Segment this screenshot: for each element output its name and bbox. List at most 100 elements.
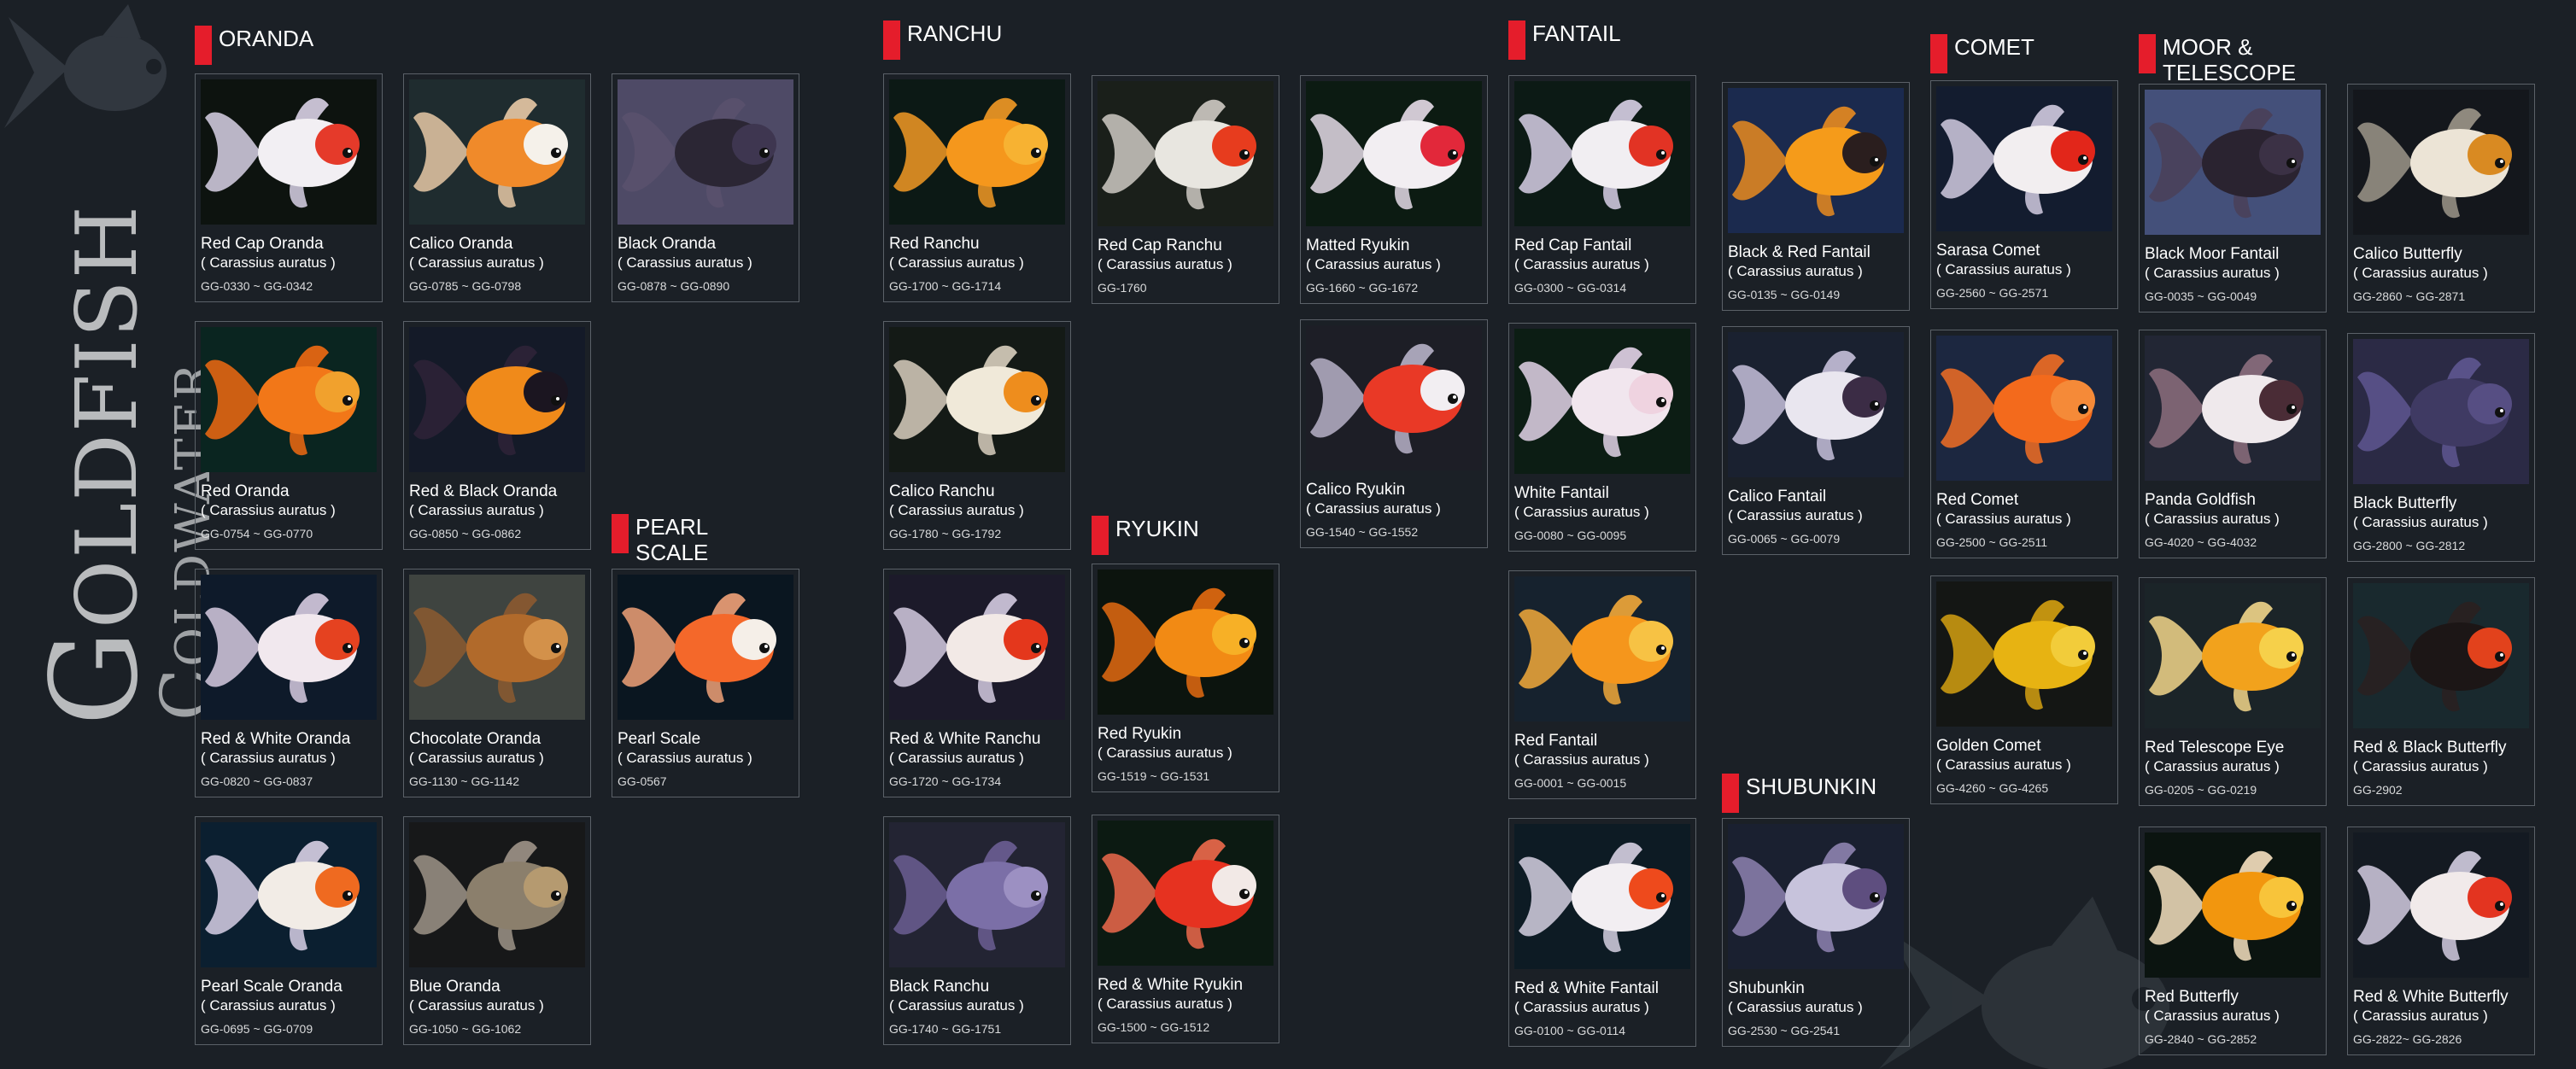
fish-code: GG-0567 [618, 774, 667, 788]
fish-illustration [1306, 81, 1482, 226]
fish-code: GG-1720 ~ GG-1734 [889, 774, 1002, 788]
heading-marker [1722, 774, 1739, 813]
fish-card: Calico Butterfly ( Carassius auratus ) G… [2347, 84, 2535, 313]
fish-illustration [201, 822, 377, 967]
fish-species: ( Carassius auratus ) [201, 254, 336, 271]
fish-photo [201, 822, 377, 967]
fish-name: Red & White Ranchu [889, 730, 1041, 748]
fish-illustration [2145, 583, 2321, 728]
fish-photo [409, 79, 585, 225]
fish-code: GG-2800 ~ GG-2812 [2353, 539, 2466, 552]
section-heading-pearl-scale: PEARL SCALE [612, 514, 708, 565]
fish-species: ( Carassius auratus ) [2353, 514, 2488, 530]
section-label: PEARL SCALE [635, 514, 709, 565]
fish-species: ( Carassius auratus ) [1514, 751, 1649, 768]
fish-code: GG-0785 ~ GG-0798 [409, 279, 522, 293]
fish-card: Red Fantail ( Carassius auratus ) GG-000… [1508, 570, 1696, 799]
fish-card: Calico Ryukin ( Carassius auratus ) GG-1… [1300, 319, 1488, 548]
fish-illustration [409, 79, 585, 225]
fish-species: ( Carassius auratus ) [201, 750, 336, 766]
fish-species: ( Carassius auratus ) [2145, 511, 2280, 527]
fish-photo [201, 575, 377, 720]
fish-illustration [618, 575, 793, 720]
fish-species: ( Carassius auratus ) [1514, 504, 1649, 520]
fish-illustration [201, 575, 377, 720]
fish-photo [618, 575, 793, 720]
section-label: ORANDA [219, 26, 314, 51]
section-heading-comet: COMET [1930, 34, 2034, 73]
section-heading-ranchu: RANCHU [883, 20, 1002, 60]
fish-photo [889, 822, 1065, 967]
fish-species: ( Carassius auratus ) [409, 750, 544, 766]
fish-species: ( Carassius auratus ) [618, 254, 752, 271]
fish-species: ( Carassius auratus ) [409, 997, 544, 1014]
fish-code: GG-0001 ~ GG-0015 [1514, 776, 1627, 790]
fish-card: Red Ryukin ( Carassius auratus ) GG-1519… [1092, 564, 1279, 792]
fish-name: Red Oranda [201, 482, 290, 500]
fish-photo [201, 327, 377, 472]
heading-marker [1508, 20, 1525, 60]
heading-marker [1930, 34, 1947, 73]
fish-photo [2353, 90, 2529, 235]
fish-card: Chocolate Oranda ( Carassius auratus ) G… [403, 569, 591, 797]
fish-photo [1514, 576, 1690, 721]
fish-photo [1306, 325, 1482, 470]
fish-photo [2353, 583, 2529, 728]
heading-marker [1092, 516, 1109, 555]
fish-species: ( Carassius auratus ) [1098, 996, 1232, 1012]
fish-code: GG-0100 ~ GG-0114 [1514, 1024, 1626, 1037]
fish-name: Black Ranchu [889, 978, 990, 996]
fish-illustration [1728, 332, 1904, 477]
fish-species: ( Carassius auratus ) [889, 997, 1024, 1014]
fish-code: GG-1500 ~ GG-1512 [1098, 1020, 1210, 1034]
fish-species: ( Carassius auratus ) [1514, 999, 1649, 1015]
fish-photo [1936, 86, 2112, 231]
fish-photo [201, 79, 377, 225]
fish-card: Red Butterfly ( Carassius auratus ) GG-2… [2139, 827, 2327, 1055]
fish-photo [2145, 832, 2321, 978]
fish-photo [1514, 329, 1690, 474]
heading-marker [612, 514, 629, 553]
fish-species: ( Carassius auratus ) [618, 750, 752, 766]
fish-card: Red & White Ryukin ( Carassius auratus )… [1092, 815, 1279, 1043]
fish-photo [409, 327, 585, 472]
fish-card: Calico Fantail ( Carassius auratus ) GG-… [1722, 326, 1910, 555]
fish-code: GG-1740 ~ GG-1751 [889, 1022, 1002, 1036]
fish-code: GG-0850 ~ GG-0862 [409, 527, 522, 540]
fish-code: GG-1760 [1098, 281, 1147, 295]
fish-name: Red & Black Oranda [409, 482, 558, 500]
fish-photo [1728, 88, 1904, 233]
fish-card: Red & White Ranchu ( Carassius auratus )… [883, 569, 1071, 797]
section-heading-fantail: FANTAIL [1508, 20, 1621, 60]
watermark-fish-top-left [4, 4, 167, 128]
fish-photo [1514, 824, 1690, 969]
fish-card: Matted Ryukin ( Carassius auratus ) GG-1… [1300, 75, 1488, 304]
fish-name: Black Oranda [618, 235, 717, 253]
section-heading-ryukin: RYUKIN [1092, 516, 1199, 555]
fish-name: Red Butterfly [2145, 988, 2239, 1006]
fish-illustration [409, 822, 585, 967]
fish-illustration [2353, 339, 2529, 484]
fish-species: ( Carassius auratus ) [1306, 256, 1441, 272]
fish-name: Chocolate Oranda [409, 730, 542, 748]
fish-name: Blue Oranda [409, 978, 501, 996]
fish-photo [889, 575, 1065, 720]
fish-code: GG-0065 ~ GG-0079 [1728, 532, 1841, 546]
fish-illustration [1098, 821, 1273, 966]
fish-code: GG-2860 ~ GG-2871 [2353, 289, 2466, 303]
fish-illustration [889, 575, 1065, 720]
fish-code: GG-0205 ~ GG-0219 [2145, 783, 2257, 797]
heading-marker [883, 20, 900, 60]
fish-code: GG-2840 ~ GG-2852 [2145, 1032, 2257, 1046]
fish-card: Red & Black Oranda ( Carassius auratus )… [403, 321, 591, 550]
fish-code: GG-0695 ~ GG-0709 [201, 1022, 313, 1036]
fish-name: Red & White Butterfly [2353, 988, 2509, 1006]
fish-photo [618, 79, 793, 225]
fish-card: Black Moor Fantail ( Carassius auratus )… [2139, 84, 2327, 313]
fish-name: Panda Goldfish [2145, 491, 2256, 509]
fish-name: Calico Fantail [1728, 488, 1827, 505]
fish-illustration [1514, 824, 1690, 969]
section-label: FANTAIL [1532, 20, 1621, 46]
fish-species: ( Carassius auratus ) [2145, 758, 2280, 774]
fish-species: ( Carassius auratus ) [1728, 263, 1863, 279]
